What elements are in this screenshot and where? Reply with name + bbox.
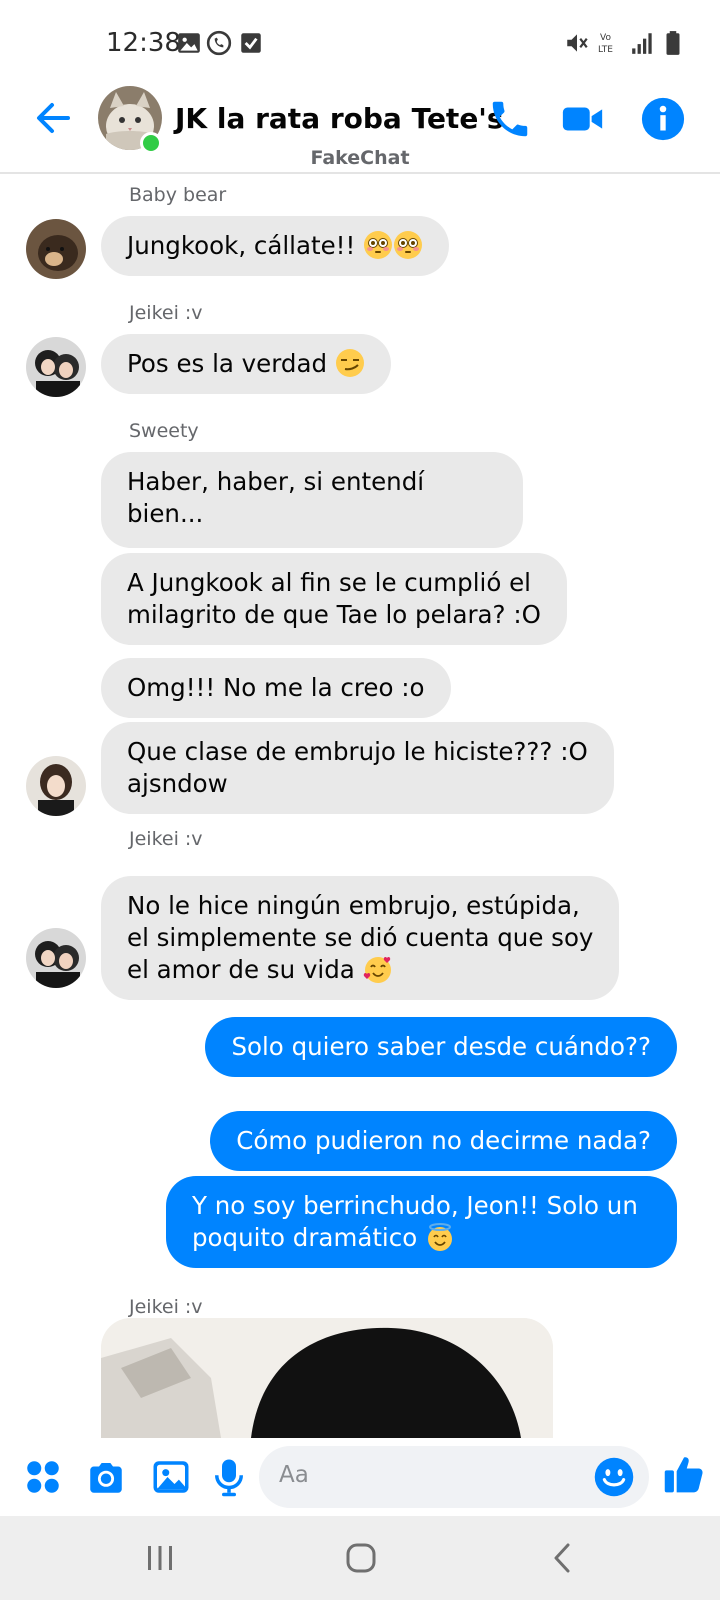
emoji-icon[interactable]: [593, 1456, 635, 1498]
photo-message[interactable]: [101, 1318, 553, 1438]
battery-icon: [666, 31, 680, 55]
signal-icon: [632, 33, 652, 54]
avatar[interactable]: [26, 337, 86, 397]
photo-message-image: [101, 1318, 553, 1438]
smirking-face-emoji-icon: [335, 349, 364, 377]
avatar[interactable]: [26, 756, 86, 816]
thumbs-up-icon[interactable]: [662, 1452, 706, 1496]
home-icon[interactable]: [341, 1538, 381, 1578]
jeikei-avatar-image: [26, 337, 86, 397]
phone-icon[interactable]: [487, 96, 533, 142]
outgoing-message-bubble[interactable]: Solo quiero saber desde cuándo??: [205, 1017, 677, 1077]
gallery-notification-icon: [178, 33, 200, 53]
avatar[interactable]: [26, 928, 86, 988]
jeikei-avatar-image: [26, 928, 86, 988]
status-bar: 12:38 Vo LTE: [0, 0, 720, 80]
image-icon[interactable]: [150, 1456, 192, 1498]
mute-vibrate-icon: [567, 34, 588, 52]
message-bubble[interactable]: Pos es la verdad: [101, 334, 391, 394]
info-icon[interactable]: [640, 96, 686, 142]
message-bubble[interactable]: Omg!!! No me la creo :o: [101, 658, 451, 718]
recent-apps-icon[interactable]: [140, 1538, 180, 1578]
message-input[interactable]: Aa: [259, 1446, 649, 1508]
status-time: 12:38: [106, 28, 181, 58]
sender-name: Baby bear: [129, 184, 227, 206]
back-nav-icon[interactable]: [543, 1538, 583, 1578]
outgoing-message-bubble[interactable]: Cómo pudieron no decirme nada?: [210, 1111, 677, 1171]
message-bubble[interactable]: Haber, haber, si entendí bien...: [101, 452, 523, 548]
sender-name: Sweety: [129, 420, 199, 442]
microphone-icon[interactable]: [208, 1456, 250, 1498]
outgoing-message-bubble[interactable]: Y no soy berrinchudo, Jeon!! Solo un poq…: [166, 1176, 677, 1268]
message-bubble[interactable]: No le hice ningún embrujo, estúpida, el …: [101, 876, 620, 1000]
baby-bear-avatar-image: [26, 219, 86, 279]
message-list[interactable]: Baby bear Jungkook, cállate!! Jeikei :v …: [0, 176, 720, 1438]
avatar[interactable]: [26, 219, 86, 279]
chat-header: JK la rata roba Tete's FakeChat: [0, 80, 720, 174]
four-dots-icon[interactable]: [22, 1456, 64, 1498]
status-indicators: Vo LTE: [564, 30, 682, 56]
message-composer: Aa: [0, 1438, 720, 1516]
message-bubble[interactable]: Jungkook, cállate!!: [101, 216, 450, 276]
video-camera-icon[interactable]: [560, 96, 606, 142]
flushed-face-emoji-icon: [364, 231, 393, 259]
sender-name: Jeikei :v: [129, 828, 203, 850]
svg-text:Vo: Vo: [600, 33, 611, 43]
smiling-face-with-halo-emoji-icon: [428, 1223, 452, 1251]
camera-icon[interactable]: [85, 1456, 127, 1498]
message-bubble[interactable]: Que clase de embrujo le hiciste??? :O aj…: [101, 722, 614, 814]
svg-text:LTE: LTE: [598, 45, 613, 55]
checkbox-notification-icon: [241, 33, 261, 53]
system-navigation-bar: [0, 1516, 720, 1600]
chat-subtitle: FakeChat: [310, 147, 410, 169]
message-input-placeholder: Aa: [279, 1462, 309, 1488]
sender-name: Jeikei :v: [129, 302, 203, 324]
volte-icon: Vo LTE: [598, 33, 613, 55]
back-arrow-icon[interactable]: [34, 98, 74, 138]
sweety-avatar-image: [26, 756, 86, 816]
whatsapp-notification-icon: [206, 30, 232, 56]
flushed-face-emoji-icon: [394, 231, 423, 259]
chat-title[interactable]: JK la rata roba Tete's: [175, 102, 504, 135]
message-bubble[interactable]: A Jungkook al fin se le cumplió el milag…: [101, 553, 567, 645]
sender-name: Jeikei :v: [129, 1296, 203, 1318]
smiling-face-with-hearts-emoji-icon: [363, 956, 391, 983]
